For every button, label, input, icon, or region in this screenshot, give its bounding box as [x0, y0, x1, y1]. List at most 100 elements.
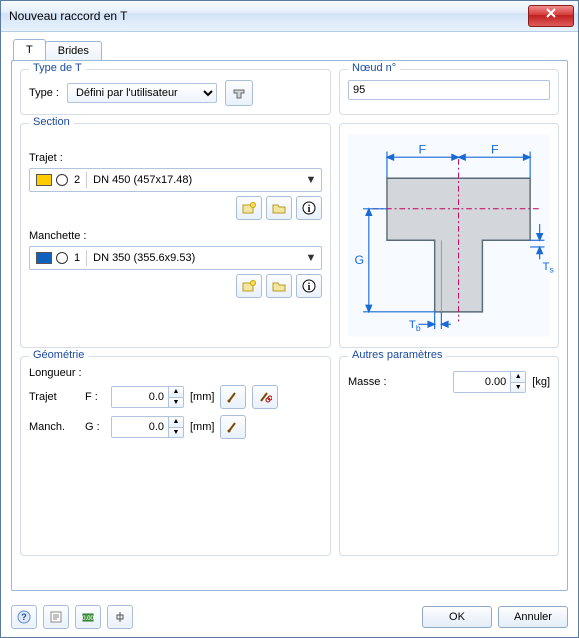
window-title: Nouveau raccord en T — [9, 9, 128, 23]
svg-text:0.00: 0.00 — [82, 616, 94, 622]
svg-text:i: i — [308, 204, 311, 215]
tab-body: Type de T Type : Défini par l'utilisateu… — [11, 60, 568, 591]
ok-button[interactable]: OK — [422, 606, 492, 628]
manchette-toolbar: i — [29, 274, 322, 298]
manchette-color-swatch — [36, 252, 52, 264]
separator — [86, 250, 87, 266]
trajet-toolbar: i — [29, 196, 322, 220]
dialog-window: Nouveau raccord en T T Brides Type de T … — [0, 0, 579, 638]
manch-length-spinner[interactable]: ▲▼ — [111, 416, 184, 438]
svg-text:i: i — [308, 282, 311, 293]
tee-shape-icon — [232, 86, 246, 100]
manch-length-input[interactable] — [112, 417, 168, 437]
separator — [86, 172, 87, 188]
type-group: Type de T Type : Défini par l'utilisateu… — [20, 69, 331, 115]
mass-input[interactable] — [454, 372, 510, 392]
notes-icon — [49, 610, 63, 624]
tab-brides[interactable]: Brides — [45, 41, 102, 60]
other-params-group: Autres paramètres Masse : ▲▼ [kg] — [339, 356, 559, 556]
trajet-pick-multi-button[interactable] — [252, 385, 278, 409]
node-input[interactable] — [348, 80, 550, 100]
length-label: Longueur : — [29, 367, 322, 379]
units-icon: 0.00 — [81, 610, 95, 624]
folder-open-icon — [272, 279, 286, 293]
folder-open-icon — [272, 201, 286, 215]
manchette-open-button[interactable] — [266, 274, 292, 298]
trajet-info-button[interactable]: i — [296, 196, 322, 220]
spin-down-icon[interactable]: ▼ — [169, 428, 183, 438]
mass-row: Masse : ▲▼ [kg] — [348, 371, 550, 393]
help-button[interactable]: ? — [11, 605, 37, 629]
trajet-pick-button[interactable] — [220, 385, 246, 409]
manchette-info-button[interactable]: i — [296, 274, 322, 298]
geometry-legend: Géométrie — [29, 349, 88, 361]
geom-trajet-sym: F : — [85, 391, 105, 403]
trajet-open-button[interactable] — [266, 196, 292, 220]
symbols-button[interactable] — [107, 605, 133, 629]
section-legend: Section — [29, 116, 74, 128]
folder-new-icon — [242, 279, 256, 293]
row-bottom: Géométrie Longueur : Trajet F : ▲▼ [mm] — [20, 356, 559, 556]
preview-group: F F G — [339, 123, 559, 348]
help-icon: ? — [17, 610, 31, 624]
svg-text:?: ? — [21, 612, 27, 622]
node-group: Nœud n° — [339, 69, 559, 115]
picker-icon — [226, 390, 240, 404]
close-icon — [545, 8, 557, 18]
trajet-length-spinner[interactable]: ▲▼ — [111, 386, 184, 408]
trajet-color-swatch — [36, 174, 52, 186]
spin-up-icon[interactable]: ▲ — [511, 372, 525, 383]
bottom-right-buttons: OK Annuler — [422, 606, 568, 628]
geometry-group: Géométrie Longueur : Trajet F : ▲▼ [mm] — [20, 356, 331, 556]
trajet-length-input[interactable] — [112, 387, 168, 407]
notes-button[interactable] — [43, 605, 69, 629]
mass-spinner[interactable]: ▲▼ — [453, 371, 526, 393]
geom-row-manch: Manch. G : ▲▼ [mm] — [29, 415, 322, 439]
titlebar: Nouveau raccord en T — [1, 1, 578, 32]
node-legend: Nœud n° — [348, 62, 400, 74]
tabstrip: T Brides — [13, 38, 568, 60]
client-area: T Brides Type de T Type : Défini par l'u… — [1, 32, 578, 599]
manchette-index: 1 — [74, 252, 80, 264]
info-icon: i — [302, 279, 316, 293]
bottom-bar: ? 0.00 OK Annuler — [1, 599, 578, 637]
spin-up-icon[interactable]: ▲ — [169, 387, 183, 398]
manchette-new-button[interactable] — [236, 274, 262, 298]
close-button[interactable] — [528, 5, 574, 27]
trajet-index: 2 — [74, 174, 80, 186]
section-group: Section Trajet : 2 DN 450 (457x17.48) ▼ — [20, 123, 331, 348]
unit-mm: [mm] — [190, 391, 214, 403]
chevron-down-icon[interactable]: ▼ — [303, 252, 319, 264]
tab-t[interactable]: T — [13, 39, 46, 60]
svg-text:F: F — [418, 142, 426, 156]
bottom-left-toolbar: ? 0.00 — [11, 605, 133, 629]
chevron-down-icon[interactable]: ▼ — [303, 174, 319, 186]
units-button[interactable]: 0.00 — [75, 605, 101, 629]
geom-manch-label: Manch. — [29, 421, 79, 433]
row-top: Type de T Type : Défini par l'utilisateu… — [20, 69, 559, 115]
manch-pick-button[interactable] — [220, 415, 246, 439]
type-select[interactable]: Défini par l'utilisateur — [67, 83, 217, 103]
geom-row-trajet: Trajet F : ▲▼ [mm] — [29, 385, 322, 409]
type-label: Type : — [29, 87, 59, 99]
info-icon: i — [302, 201, 316, 215]
type-field: Type : Défini par l'utilisateur — [29, 80, 322, 106]
spin-down-icon[interactable]: ▼ — [511, 383, 525, 393]
cancel-button[interactable]: Annuler — [498, 606, 568, 628]
trajet-combo[interactable]: 2 DN 450 (457x17.48) ▼ — [29, 168, 322, 192]
trajet-label: Trajet : — [29, 152, 322, 164]
type-browse-button[interactable] — [225, 80, 253, 106]
mass-label: Masse : — [348, 376, 387, 388]
svg-text:G: G — [354, 253, 364, 267]
tee-preview-diagram: F F G — [344, 128, 554, 343]
type-legend: Type de T — [29, 62, 86, 74]
unit-kg: [kg] — [532, 376, 550, 388]
spin-down-icon[interactable]: ▼ — [169, 398, 183, 408]
manchette-combo[interactable]: 1 DN 350 (355.6x9.53) ▼ — [29, 246, 322, 270]
symbols-icon — [113, 610, 127, 624]
svg-text:F: F — [491, 142, 499, 156]
spin-up-icon[interactable]: ▲ — [169, 417, 183, 428]
svg-text:Ts: Ts — [543, 261, 554, 275]
trajet-new-button[interactable] — [236, 196, 262, 220]
folder-new-icon — [242, 201, 256, 215]
